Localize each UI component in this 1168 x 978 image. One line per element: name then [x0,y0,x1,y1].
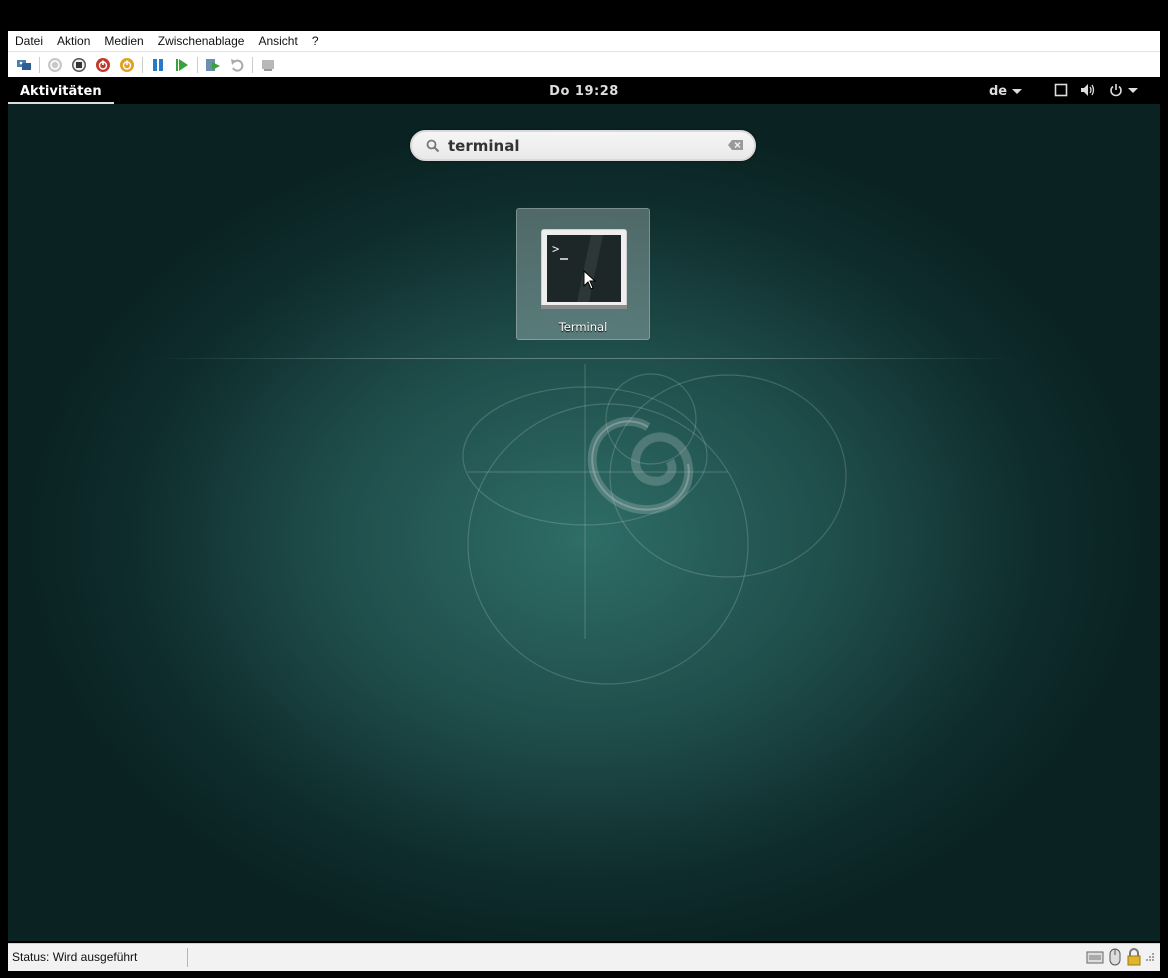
resume-button[interactable] [174,57,190,73]
chevron-down-icon [1012,89,1023,94]
chevron-down-icon [1128,87,1138,93]
menu-help[interactable]: ? [305,31,326,51]
save-state-icon [120,57,134,72]
menu-medien[interactable]: Medien [97,31,150,51]
keyboard-layout-menu[interactable]: de [989,79,1023,104]
pause-icon [153,58,163,71]
start-icon [48,57,62,72]
checkpoint-icon [206,58,220,71]
revert-button[interactable] [229,57,245,73]
activities-button[interactable]: Aktivitäten [8,79,114,104]
resize-grip-icon[interactable] [1146,953,1154,961]
vm-screen[interactable]: Aktivitäten Do 19:28 de > [8,79,1160,941]
svg-text:>: > [552,242,559,256]
checkpoint-button[interactable] [205,57,221,73]
menu-aktion[interactable]: Aktion [50,31,97,51]
power-icon [1110,84,1122,97]
keyboard-icon [1086,951,1104,964]
resume-icon [176,58,188,71]
status-bar: Status: Wird ausgeführt [8,943,1160,971]
stop-icon [72,57,86,72]
clear-icon[interactable] [728,139,744,151]
screen-icon [1054,83,1068,97]
menu-datei[interactable]: Datei [8,31,50,51]
lock-icon [1127,948,1141,966]
start-button[interactable] [47,57,63,73]
shutdown-icon [96,57,110,72]
toolbar-separator [197,56,198,73]
status-icons [1086,948,1154,966]
clock[interactable]: Do 19:28 [8,79,1160,104]
window-icon[interactable] [1054,83,1068,97]
toolbar-separator [252,56,253,73]
system-menu[interactable] [1109,83,1138,97]
results-divider [148,358,1020,359]
speaker-icon [1081,84,1095,96]
revert-icon [231,58,244,72]
toolbar-separator [39,56,40,73]
volume-icon[interactable] [1080,83,1096,97]
ctrl-alt-del-icon [17,59,31,70]
status-text: Status: Wird ausgeführt [12,950,138,964]
toolbar-separator [142,56,143,73]
search-input[interactable] [448,135,718,157]
terminal-app-icon: > [541,229,627,309]
ctrl-alt-del-button[interactable] [16,57,32,73]
turn-off-button[interactable] [71,57,87,73]
menu-bar: Datei Aktion Medien Zwischenablage Ansic… [8,31,1160,52]
gnome-top-bar: Aktivitäten Do 19:28 de [8,79,1160,104]
mouse-cursor-icon [583,270,597,290]
keyboard-layout-label: de [989,84,1008,99]
search-icon [426,139,440,153]
search-entry[interactable] [410,130,756,161]
menu-ansicht[interactable]: Ansicht [251,31,304,51]
shut-down-button[interactable] [95,57,111,73]
status-separator [187,948,188,967]
app-result-label: Terminal [558,320,608,334]
menu-zwischenablage[interactable]: Zwischenablage [151,31,252,51]
toolbar [8,52,1160,77]
enhanced-session-button[interactable] [260,57,276,73]
pause-button[interactable] [150,57,166,73]
save-button[interactable] [119,57,135,73]
enhanced-session-icon [262,59,274,71]
mouse-icon [1109,948,1121,966]
